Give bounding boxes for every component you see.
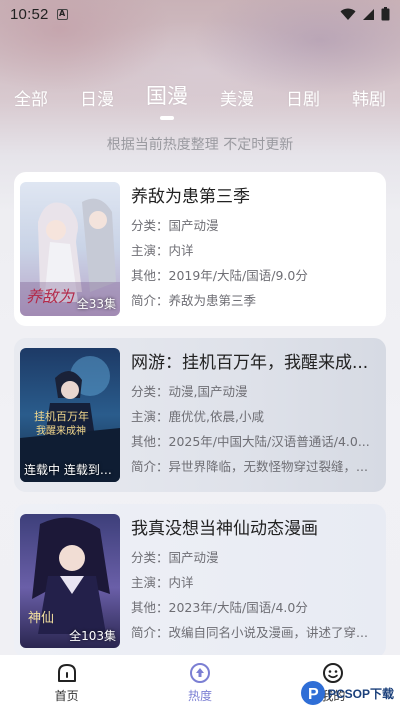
episode-badge: 全103集 [69, 629, 116, 643]
poster-image: 挂机百万年 我醒来成神 连载中 连载到1... [20, 348, 120, 482]
show-cast: 主演：鹿优优,依晨,小咸 [131, 409, 264, 424]
tab-japanese-drama[interactable]: 日剧 [286, 85, 320, 122]
show-title: 养敌为患第三季 [131, 187, 250, 207]
show-cast: 主演：内详 [131, 575, 194, 590]
home-icon [57, 663, 76, 682]
status-time: 10:52 [10, 5, 49, 23]
status-bar: 10:52 A [0, 0, 400, 28]
show-intro: 简介：改编自同名小说及漫画，讲述了穿... [131, 625, 368, 640]
tab-active-indicator [160, 116, 174, 120]
card-info: 网游：挂机百万年，我醒来成... 分类：动漫,国产动漫 主演：鹿优优,依晨,小咸… [131, 350, 379, 476]
show-intro: 简介：异世界降临，无数怪物穿过裂缝，... [131, 459, 368, 474]
show-title: 网游：挂机百万年，我醒来成... [131, 353, 369, 373]
svg-text:我醒来成神: 我醒来成神 [36, 424, 86, 437]
episode-badge: 全33集 [76, 297, 116, 311]
show-card[interactable]: 神仙 全103集 我真没想当神仙动态漫画 分类：国产动漫 主演：内详 其他：20… [14, 504, 386, 658]
nav-home[interactable]: 首页 [0, 655, 133, 710]
watermark: P PCSOP下载 [300, 680, 394, 706]
tab-japanese-anime[interactable]: 日漫 [80, 85, 114, 122]
show-category: 分类：动漫,国产动漫 [131, 384, 248, 399]
svg-text:养敌为: 养敌为 [26, 287, 75, 306]
watermark-text: PCSOP下载 [327, 686, 394, 701]
nav-home-label: 首页 [54, 688, 79, 703]
tab-american-anime[interactable]: 美漫 [220, 85, 254, 122]
poster-image: 养敌为 全33集 [20, 182, 120, 316]
tab-label: 韩剧 [352, 90, 386, 110]
card-info: 我真没想当神仙动态漫画 分类：国产动漫 主演：内详 其他：2023年/大陆/国语… [131, 516, 379, 642]
category-tabs: 全部 日漫 国漫 美漫 日剧 韩剧 [0, 82, 400, 122]
show-category: 分类：国产动漫 [131, 218, 219, 233]
tab-label: 国漫 [146, 84, 188, 108]
tab-label: 日漫 [80, 90, 114, 110]
tab-korean-drama[interactable]: 韩剧 [352, 85, 386, 122]
tab-all[interactable]: 全部 [14, 85, 48, 122]
battery-icon [381, 7, 390, 21]
bottom-nav: 首页 热度 我的 P PCSOP下载 [0, 655, 400, 710]
show-cast: 主演：内详 [131, 243, 194, 258]
ranking-subtitle: 根据当前热度整理 不定时更新 [106, 137, 294, 153]
show-other: 其他：2025年/中国大陆/汉语普通话/4.0... [131, 434, 370, 449]
nav-hot[interactable]: 热度 [133, 655, 266, 710]
svg-text:挂机百万年: 挂机百万年 [34, 409, 89, 423]
show-card[interactable]: 养敌为 全33集 养敌为患第三季 分类：国产动漫 主演：内详 其他：2019年/… [14, 172, 386, 326]
poster-image: 神仙 全103集 [20, 514, 120, 648]
notification-icon: A [56, 8, 68, 20]
show-other: 其他：2019年/大陆/国语/9.0分 [131, 268, 308, 283]
status-icons [340, 7, 390, 21]
show-intro: 简介：养敌为患第三季 [131, 293, 257, 308]
tab-label: 全部 [14, 90, 48, 110]
svg-text:神仙: 神仙 [28, 611, 54, 626]
show-title: 我真没想当神仙动态漫画 [131, 519, 318, 539]
show-other: 其他：2023年/大陆/国语/4.0分 [131, 600, 308, 615]
show-category: 分类：国产动漫 [131, 550, 219, 565]
hot-icon [189, 662, 210, 683]
signal-icon [363, 8, 374, 20]
tab-chinese-anime[interactable]: 国漫 [146, 80, 188, 122]
show-card[interactable]: 挂机百万年 我醒来成神 连载中 连载到1... 网游：挂机百万年，我醒来成...… [14, 338, 386, 492]
tab-label: 美漫 [220, 90, 254, 110]
watermark-logo-icon: P [300, 681, 325, 705]
nav-hot-label: 热度 [187, 688, 212, 703]
wifi-icon [340, 8, 356, 20]
tab-label: 日剧 [286, 90, 320, 110]
card-info: 养敌为患第三季 分类：国产动漫 主演：内详 其他：2019年/大陆/国语/9.0… [131, 184, 379, 310]
svg-text:P: P [308, 686, 319, 703]
episode-badge: 连载中 连载到1... [24, 463, 118, 477]
